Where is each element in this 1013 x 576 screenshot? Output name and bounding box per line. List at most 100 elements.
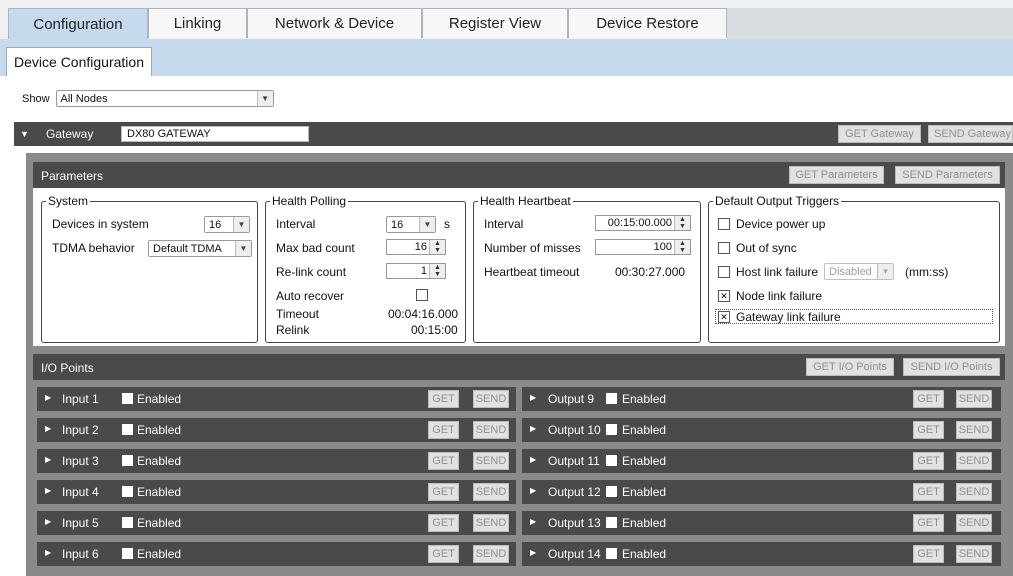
gateway-link-failure-checkbox[interactable]: ✕ <box>718 311 730 323</box>
input-name: Input 3 <box>62 454 99 468</box>
expand-triangle-icon[interactable]: ▶ <box>530 455 536 464</box>
number-of-misses-stepper[interactable]: 100 ▲ ▼ <box>595 239 691 255</box>
get-button[interactable]: GET <box>913 421 944 439</box>
expand-triangle-icon[interactable]: ▶ <box>45 424 51 433</box>
spinner-arrows-icon[interactable]: ▲ ▼ <box>674 240 690 254</box>
input-row: ▶ Input 3 Enabled GET SEND <box>37 449 516 473</box>
collapse-triangle-icon[interactable]: ▼ <box>20 129 29 139</box>
max-bad-count-label: Max bad count <box>276 241 355 255</box>
heartbeat-interval-stepper[interactable]: 00:15:00.000 ▲ ▼ <box>595 215 691 231</box>
tab-configuration[interactable]: Configuration <box>8 8 148 39</box>
chevron-down-icon: ▼ <box>256 91 273 106</box>
enabled-checkbox[interactable] <box>606 548 617 559</box>
send-button[interactable]: SEND <box>956 390 992 408</box>
input-name: Input 6 <box>62 547 99 561</box>
polling-interval-select[interactable]: 16 ▼ <box>386 216 436 233</box>
spinner-arrows-icon[interactable]: ▲ ▼ <box>674 216 690 230</box>
enabled-checkbox[interactable] <box>606 424 617 435</box>
relink-count-stepper[interactable]: 1 ▲ ▼ <box>386 263 446 279</box>
output-row: ▶ Output 14 Enabled GET SEND <box>522 542 1001 566</box>
spinner-arrows-icon[interactable]: ▲ ▼ <box>429 240 445 254</box>
host-link-failure-label: Host link failure <box>736 265 819 279</box>
get-button[interactable]: GET <box>428 390 459 408</box>
polling-interval-value: 16 <box>391 218 404 231</box>
show-select[interactable]: All Nodes ▼ <box>55 90 274 107</box>
heartbeat-timeout-label: Heartbeat timeout <box>484 265 580 279</box>
main-tab-bar: Configuration Linking Network & Device R… <box>0 0 1013 39</box>
devices-in-system-select[interactable]: 16 ▼ <box>204 216 250 233</box>
send-button[interactable]: SEND <box>956 452 992 470</box>
enabled-label: Enabled <box>622 392 667 406</box>
expand-triangle-icon[interactable]: ▶ <box>45 393 51 402</box>
enabled-checkbox[interactable] <box>122 455 133 466</box>
expand-triangle-icon[interactable]: ▶ <box>530 393 536 402</box>
get-button[interactable]: GET <box>428 421 459 439</box>
send-button[interactable]: SEND <box>473 545 509 563</box>
enabled-checkbox[interactable] <box>606 455 617 466</box>
output-name: Output 10 <box>548 423 601 437</box>
host-link-failure-select[interactable]: Disabled ▼ <box>824 263 894 280</box>
send-button[interactable]: SEND <box>473 514 509 532</box>
send-parameters-button[interactable]: SEND Parameters <box>895 166 1000 184</box>
node-link-failure-checkbox[interactable]: ✕ <box>718 290 730 302</box>
expand-triangle-icon[interactable]: ▶ <box>45 517 51 526</box>
get-io-points-button[interactable]: GET I/O Points <box>806 358 894 376</box>
enabled-checkbox[interactable] <box>122 548 133 559</box>
send-button[interactable]: SEND <box>956 545 992 563</box>
expand-triangle-icon[interactable]: ▶ <box>530 486 536 495</box>
get-button[interactable]: GET <box>913 483 944 501</box>
input-row: ▶ Input 5 Enabled GET SEND <box>37 511 516 535</box>
get-parameters-button[interactable]: GET Parameters <box>789 166 884 184</box>
expand-triangle-icon[interactable]: ▶ <box>45 548 51 557</box>
get-button[interactable]: GET <box>913 514 944 532</box>
enabled-checkbox[interactable] <box>122 424 133 435</box>
get-gateway-button[interactable]: GET Gateway <box>838 125 921 143</box>
enabled-checkbox[interactable] <box>122 486 133 497</box>
tab-network-device[interactable]: Network & Device <box>247 8 422 38</box>
expand-triangle-icon[interactable]: ▶ <box>530 424 536 433</box>
enabled-checkbox[interactable] <box>606 393 617 404</box>
tab-linking[interactable]: Linking <box>148 8 247 38</box>
send-button[interactable]: SEND <box>473 390 509 408</box>
auto-recover-checkbox[interactable] <box>416 289 428 301</box>
expand-triangle-icon[interactable]: ▶ <box>530 548 536 557</box>
expand-triangle-icon[interactable]: ▶ <box>530 517 536 526</box>
get-button[interactable]: GET <box>428 483 459 501</box>
tab-register-view[interactable]: Register View <box>422 8 568 38</box>
parameters-title: Parameters <box>41 169 104 183</box>
enabled-checkbox[interactable] <box>606 486 617 497</box>
enabled-label: Enabled <box>622 454 667 468</box>
gateway-name-input[interactable]: DX80 GATEWAY <box>121 126 309 142</box>
enabled-checkbox[interactable] <box>122 393 133 404</box>
get-button[interactable]: GET <box>913 390 944 408</box>
expand-triangle-icon[interactable]: ▶ <box>45 455 51 464</box>
device-power-up-checkbox[interactable] <box>718 218 730 230</box>
host-link-failure-checkbox[interactable] <box>718 266 730 278</box>
out-of-sync-checkbox[interactable] <box>718 242 730 254</box>
expand-triangle-icon[interactable]: ▶ <box>45 486 51 495</box>
get-button[interactable]: GET <box>428 452 459 470</box>
send-button[interactable]: SEND <box>473 421 509 439</box>
send-button[interactable]: SEND <box>473 483 509 501</box>
send-button[interactable]: SEND <box>956 421 992 439</box>
send-button[interactable]: SEND <box>956 514 992 532</box>
get-button[interactable]: GET <box>428 545 459 563</box>
health-heartbeat-legend: Health Heartbeat <box>478 194 573 208</box>
get-button[interactable]: GET <box>913 545 944 563</box>
send-gateway-button[interactable]: SEND Gateway <box>928 125 1013 143</box>
enabled-label: Enabled <box>622 516 667 530</box>
tab-device-restore[interactable]: Device Restore <box>568 8 727 38</box>
enabled-checkbox[interactable] <box>122 517 133 528</box>
max-bad-count-stepper[interactable]: 16 ▲ ▼ <box>386 239 446 255</box>
devices-in-system-value: 16 <box>209 218 222 231</box>
send-button[interactable]: SEND <box>473 452 509 470</box>
send-button[interactable]: SEND <box>956 483 992 501</box>
tdma-behavior-select[interactable]: Default TDMA ▼ <box>148 240 252 257</box>
get-button[interactable]: GET <box>428 514 459 532</box>
spinner-arrows-icon[interactable]: ▲ ▼ <box>429 264 445 278</box>
get-button[interactable]: GET <box>913 452 944 470</box>
send-io-points-button[interactable]: SEND I/O Points <box>903 358 1000 376</box>
tab-device-configuration[interactable]: Device Configuration <box>6 47 152 76</box>
device-power-up-label: Device power up <box>736 217 826 231</box>
enabled-checkbox[interactable] <box>606 517 617 528</box>
